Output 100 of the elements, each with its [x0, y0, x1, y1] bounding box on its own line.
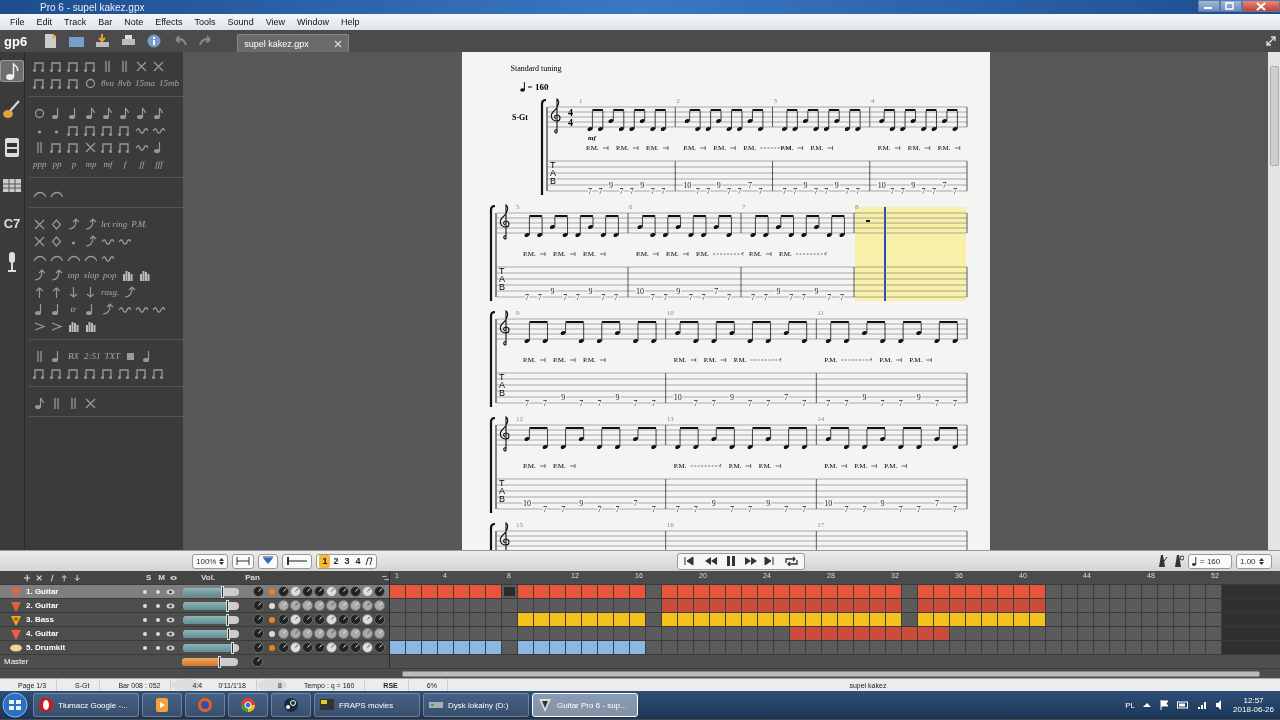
taskbar-button[interactable]: Dysk lokalny (D:): [423, 693, 529, 717]
tab-fret-number: 7: [952, 505, 957, 513]
menu-item[interactable]: Bar: [92, 17, 119, 27]
palette-button[interactable]: fff: [152, 157, 166, 171]
palette-button[interactable]: 8vb: [118, 76, 131, 90]
palette-button[interactable]: 15ma: [135, 76, 155, 90]
palette-button[interactable]: 15mb: [159, 76, 179, 90]
tab-fret-number: 7: [711, 399, 716, 407]
speed-dropdown[interactable]: 1.00: [1236, 553, 1272, 569]
tab-fret-number: 9: [775, 287, 780, 296]
track-header[interactable]: 4. Guitar: [0, 627, 390, 640]
menu-item[interactable]: Sound: [221, 17, 260, 27]
tab-fret-number: 7: [843, 505, 848, 513]
palette-button[interactable]: BX: [67, 349, 80, 363]
tab-fret-number: 9: [615, 393, 619, 402]
menu-item[interactable]: Tools: [188, 17, 222, 27]
track-header[interactable]: 5. Drumkit: [0, 641, 390, 654]
language-indicator[interactable]: PL: [1125, 700, 1136, 710]
palette-button[interactable]: ff: [135, 157, 149, 171]
menu-item[interactable]: Window: [291, 17, 335, 27]
tab-fret-number: 7: [575, 293, 580, 301]
palette-button[interactable]: let ring: [101, 217, 128, 231]
tab-fret-number: 7: [613, 293, 618, 301]
tab-fret-number: 7: [823, 187, 828, 195]
tab-fret-number: 9: [765, 499, 770, 508]
tab-fret-number: 7: [898, 505, 903, 513]
taskbar-button[interactable]: FRAPS movies: [314, 693, 420, 717]
tab-fret-number: 10: [823, 499, 832, 508]
voice-tab[interactable]: 2: [330, 554, 342, 568]
chord-tool-button[interactable]: C7: [0, 212, 24, 234]
palette-button[interactable]: tap: [67, 268, 80, 282]
tab-fret-number: 7: [726, 293, 731, 301]
voice-tab[interactable]: 1: [319, 554, 331, 568]
tempo-field[interactable]: = 160: [1188, 553, 1232, 569]
tab-fret-number: 7: [597, 187, 602, 195]
tab-fret-number: 7: [889, 187, 894, 195]
palette-button[interactable]: p: [67, 157, 81, 171]
voice-tab[interactable]: 4: [352, 554, 364, 568]
column-header: S: [145, 573, 152, 582]
tab-fret-number: 7: [618, 187, 623, 195]
tab-clef: B: [549, 176, 556, 186]
palette-button[interactable]: rasg.: [101, 285, 120, 299]
palette-button[interactable]: pop: [103, 268, 117, 282]
track-name: 2. Guitar: [26, 601, 60, 610]
track-header[interactable]: 1. Guitar: [0, 585, 390, 598]
app-logo: gp6: [4, 33, 28, 49]
palette-button[interactable]: slap: [84, 268, 99, 282]
tab-fret-number: 9: [834, 181, 839, 190]
tab-fret-number: 7: [537, 293, 542, 301]
menu-item[interactable]: Track: [58, 17, 93, 27]
tab-fret-number: 7: [792, 187, 797, 195]
voice-tab[interactable]: 3: [341, 554, 353, 568]
zoom-dropdown[interactable]: 100%: [192, 553, 229, 569]
tab-fret-number: 9: [814, 287, 819, 296]
palette-button[interactable]: ppp: [33, 157, 47, 171]
palette-button[interactable]: f: [118, 157, 132, 171]
tab-fret-number: 7: [813, 187, 818, 195]
palette-button[interactable]: 2:51: [84, 349, 101, 363]
menu-item[interactable]: Help: [335, 17, 366, 27]
tab-fret-number: 7: [542, 399, 547, 407]
tab-fret-number: 7: [952, 399, 957, 407]
palette-button[interactable]: mf: [101, 157, 115, 171]
menu-item[interactable]: File: [4, 17, 31, 27]
tab-clef: T: [549, 160, 555, 170]
tab-fret-number: 7: [701, 293, 706, 301]
tab-fret-number: 7: [788, 293, 793, 301]
tab-fret-number: 7: [934, 499, 939, 508]
palette-button[interactable]: P.M.: [131, 217, 148, 231]
track-name: 3. Bass: [26, 615, 56, 624]
track-header[interactable]: 2. Guitar: [0, 599, 390, 612]
tab-fret-number: 7: [650, 293, 655, 301]
palette-button[interactable]: 8va: [101, 76, 114, 90]
palette-button[interactable]: tr: [67, 302, 80, 316]
tab-fret-number: 9: [910, 181, 915, 190]
tab-fret-number: 7: [952, 187, 957, 195]
tab-fret-number: 9: [729, 393, 734, 402]
clock-date: 2018-06-26: [1233, 705, 1274, 714]
tab-fret-number: 7: [688, 293, 693, 301]
menu-item[interactable]: View: [259, 17, 291, 27]
palette-button[interactable]: mp: [84, 157, 98, 171]
tab-fret-number: 10: [635, 287, 644, 296]
clock[interactable]: 12:57 2018-06-26: [1233, 696, 1274, 714]
palette-button[interactable]: TXT: [104, 349, 120, 363]
document-tab[interactable]: supel kakez.gpx: [237, 34, 350, 52]
palette-button[interactable]: pp: [50, 157, 64, 171]
taskbar-button[interactable]: Tłumacz Google -...: [33, 693, 139, 717]
tab-clef: A: [549, 168, 556, 178]
window-title: Pro 6 - supel kakez.gpx: [40, 1, 145, 13]
tab-fret-number: 9: [880, 499, 885, 508]
tab-fret-number: 9: [578, 499, 583, 508]
tab-fret-number: 7: [660, 187, 665, 195]
track-header[interactable]: 3. Bass: [0, 613, 390, 626]
tab-fret-number: 7: [934, 399, 939, 407]
tab-fret-number: 7: [916, 505, 921, 513]
tab-fret-number: 7: [600, 293, 605, 301]
menu-item[interactable]: Edit: [30, 17, 59, 27]
menu-item[interactable]: Effects: [149, 17, 189, 27]
tab-fret-number: 7: [825, 399, 830, 407]
tab-clef: A: [498, 486, 505, 496]
menu-item[interactable]: Note: [118, 17, 150, 27]
